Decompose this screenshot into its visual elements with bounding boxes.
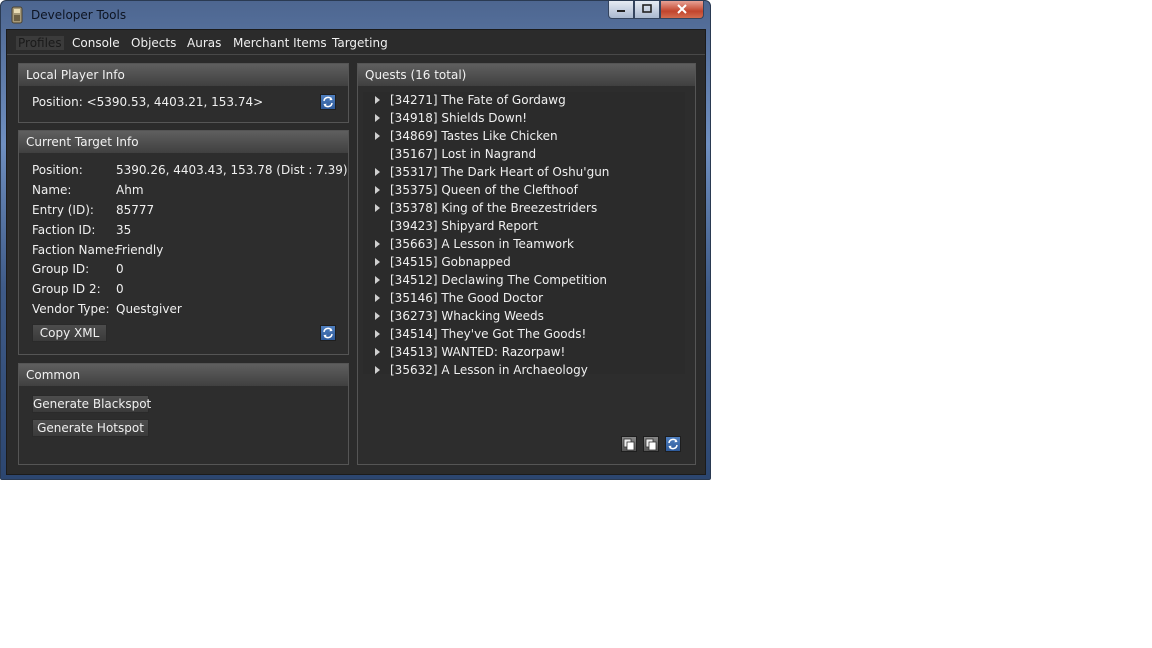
- copy-icon: [644, 437, 658, 451]
- target-field-value: 5390.26, 4403.43, 153.78 (Dist : 7.39): [116, 163, 348, 177]
- current-target-title: Current Target Info: [19, 131, 348, 154]
- target-field-label: Vendor Type:: [32, 302, 110, 316]
- quest-text: [39423] Shipyard Report: [390, 219, 538, 233]
- quest-text: [35317] The Dark Heart of Oshu'gun: [390, 165, 610, 179]
- developer-tools-window: Developer Tools Profiles Console Objects…: [0, 0, 711, 480]
- quest-text: [35146] The Good Doctor: [390, 291, 544, 305]
- target-field-label: Name:: [32, 183, 72, 197]
- quest-text: [34271] The Fate of Gordawg: [390, 93, 566, 107]
- expand-arrow-icon[interactable]: [375, 330, 380, 338]
- quest-text: [35375] Queen of the Clefthoof: [390, 183, 578, 197]
- expand-arrow-icon[interactable]: [375, 204, 380, 212]
- target-field-value: 35: [116, 223, 132, 237]
- quest-text: [34514] They've Got The Goods!: [390, 327, 587, 341]
- current-target-panel: Current Target Info Position: 5390.26, 4…: [18, 130, 349, 355]
- quest-text: [34513] WANTED: Razorpaw!: [390, 345, 566, 359]
- caption-buttons: [608, 1, 704, 20]
- menu-merchant-items[interactable]: Merchant Items: [233, 36, 327, 50]
- target-field-label: Position:: [32, 163, 83, 177]
- maximize-icon: [642, 3, 652, 16]
- menu-auras[interactable]: Auras: [187, 36, 221, 50]
- expand-arrow-icon[interactable]: [375, 132, 380, 140]
- local-player-panel: Local Player Info Position: <5390.53, 44…: [18, 63, 349, 123]
- copy-quests-button[interactable]: [621, 436, 637, 452]
- refresh-target-button[interactable]: [320, 325, 336, 341]
- target-field-value: Ahm: [116, 183, 144, 197]
- quests-title: Quests (16 total): [358, 64, 695, 87]
- generate-blackspot-button[interactable]: Generate Blackspot: [32, 395, 151, 413]
- target-field-label: Faction ID:: [32, 223, 96, 237]
- minimize-icon: [616, 3, 626, 16]
- refresh-icon: [666, 437, 680, 451]
- refresh-player-button[interactable]: [320, 94, 336, 110]
- copy-icon: [622, 437, 636, 451]
- maximize-button[interactable]: [634, 1, 660, 19]
- generate-hotspot-button[interactable]: Generate Hotspot: [32, 419, 149, 437]
- expand-arrow-icon[interactable]: [375, 348, 380, 356]
- close-icon: [677, 2, 687, 18]
- expand-arrow-icon[interactable]: [375, 96, 380, 104]
- minimize-button[interactable]: [608, 1, 634, 19]
- quests-panel: Quests (16 total) [34271] The Fate of Go…: [357, 63, 696, 465]
- local-player-body: Position: <5390.53, 4403.21, 153.74>: [19, 86, 348, 122]
- local-player-title: Local Player Info: [19, 64, 348, 87]
- target-field-label: Faction Name:: [32, 243, 118, 257]
- expand-arrow-icon[interactable]: [375, 276, 380, 284]
- window-title: Developer Tools: [31, 8, 127, 22]
- quest-text: [35632] A Lesson in Archaeology: [390, 363, 588, 377]
- common-panel: Common Generate Blackspot Generate Hotsp…: [18, 363, 349, 465]
- menu-profiles[interactable]: Profiles: [16, 36, 64, 50]
- expand-arrow-icon[interactable]: [375, 366, 380, 374]
- quest-text: [35663] A Lesson in Teamwork: [390, 237, 575, 251]
- client-area: Profiles Console Objects Auras Merchant …: [6, 29, 706, 475]
- quest-tree[interactable]: [34271] The Fate of Gordawg [34918] Shie…: [363, 92, 685, 377]
- quest-text: [35167] Lost in Nagrand: [390, 147, 537, 161]
- menu-bar: Profiles Console Objects Auras Merchant …: [7, 30, 705, 55]
- player-position: Position: <5390.53, 4403.21, 153.74>: [32, 95, 264, 109]
- target-field-value: 85777: [116, 203, 155, 217]
- quests-body: [34271] The Fate of Gordawg [34918] Shie…: [358, 86, 695, 464]
- target-field-value: Friendly: [116, 243, 164, 257]
- expand-arrow-icon[interactable]: [375, 168, 380, 176]
- expand-arrow-icon[interactable]: [375, 114, 380, 122]
- expand-arrow-icon[interactable]: [375, 294, 380, 302]
- target-field-label: Entry (ID):: [32, 203, 94, 217]
- refresh-quests-button[interactable]: [665, 436, 681, 452]
- app-icon: [9, 6, 25, 24]
- expand-arrow-icon[interactable]: [375, 258, 380, 266]
- target-field-value: 0: [116, 262, 124, 276]
- quest-text: [34918] Shields Down!: [390, 111, 528, 125]
- target-field-label: Group ID:: [32, 262, 90, 276]
- target-field-label: Group ID 2:: [32, 282, 101, 296]
- expand-arrow-icon[interactable]: [375, 186, 380, 194]
- refresh-icon: [321, 326, 335, 340]
- quest-text: [34515] Gobnapped: [390, 255, 511, 269]
- copy-xml-button[interactable]: Copy XML: [32, 324, 107, 342]
- menu-console[interactable]: Console: [72, 36, 120, 50]
- title-bar[interactable]: Developer Tools: [1, 1, 710, 29]
- menu-targeting[interactable]: Targeting: [332, 36, 388, 50]
- copy-all-quests-button[interactable]: [643, 436, 659, 452]
- common-body: Generate Blackspot Generate Hotspot: [19, 386, 348, 464]
- quest-text: [34512] Declawing The Competition: [390, 273, 608, 287]
- quest-text: [35378] King of the Breezestriders: [390, 201, 598, 215]
- expand-arrow-icon[interactable]: [375, 312, 380, 320]
- menu-objects[interactable]: Objects: [131, 36, 176, 50]
- refresh-icon: [321, 95, 335, 109]
- current-target-body: Position: 5390.26, 4403.43, 153.78 (Dist…: [19, 153, 348, 354]
- common-title: Common: [19, 364, 348, 387]
- target-field-value: 0: [116, 282, 124, 296]
- quest-text: [34869] Tastes Like Chicken: [390, 129, 558, 143]
- target-field-value: Questgiver: [116, 302, 182, 316]
- expand-arrow-icon[interactable]: [375, 240, 380, 248]
- close-button[interactable]: [660, 1, 704, 19]
- quest-text: [36273] Whacking Weeds: [390, 309, 544, 323]
